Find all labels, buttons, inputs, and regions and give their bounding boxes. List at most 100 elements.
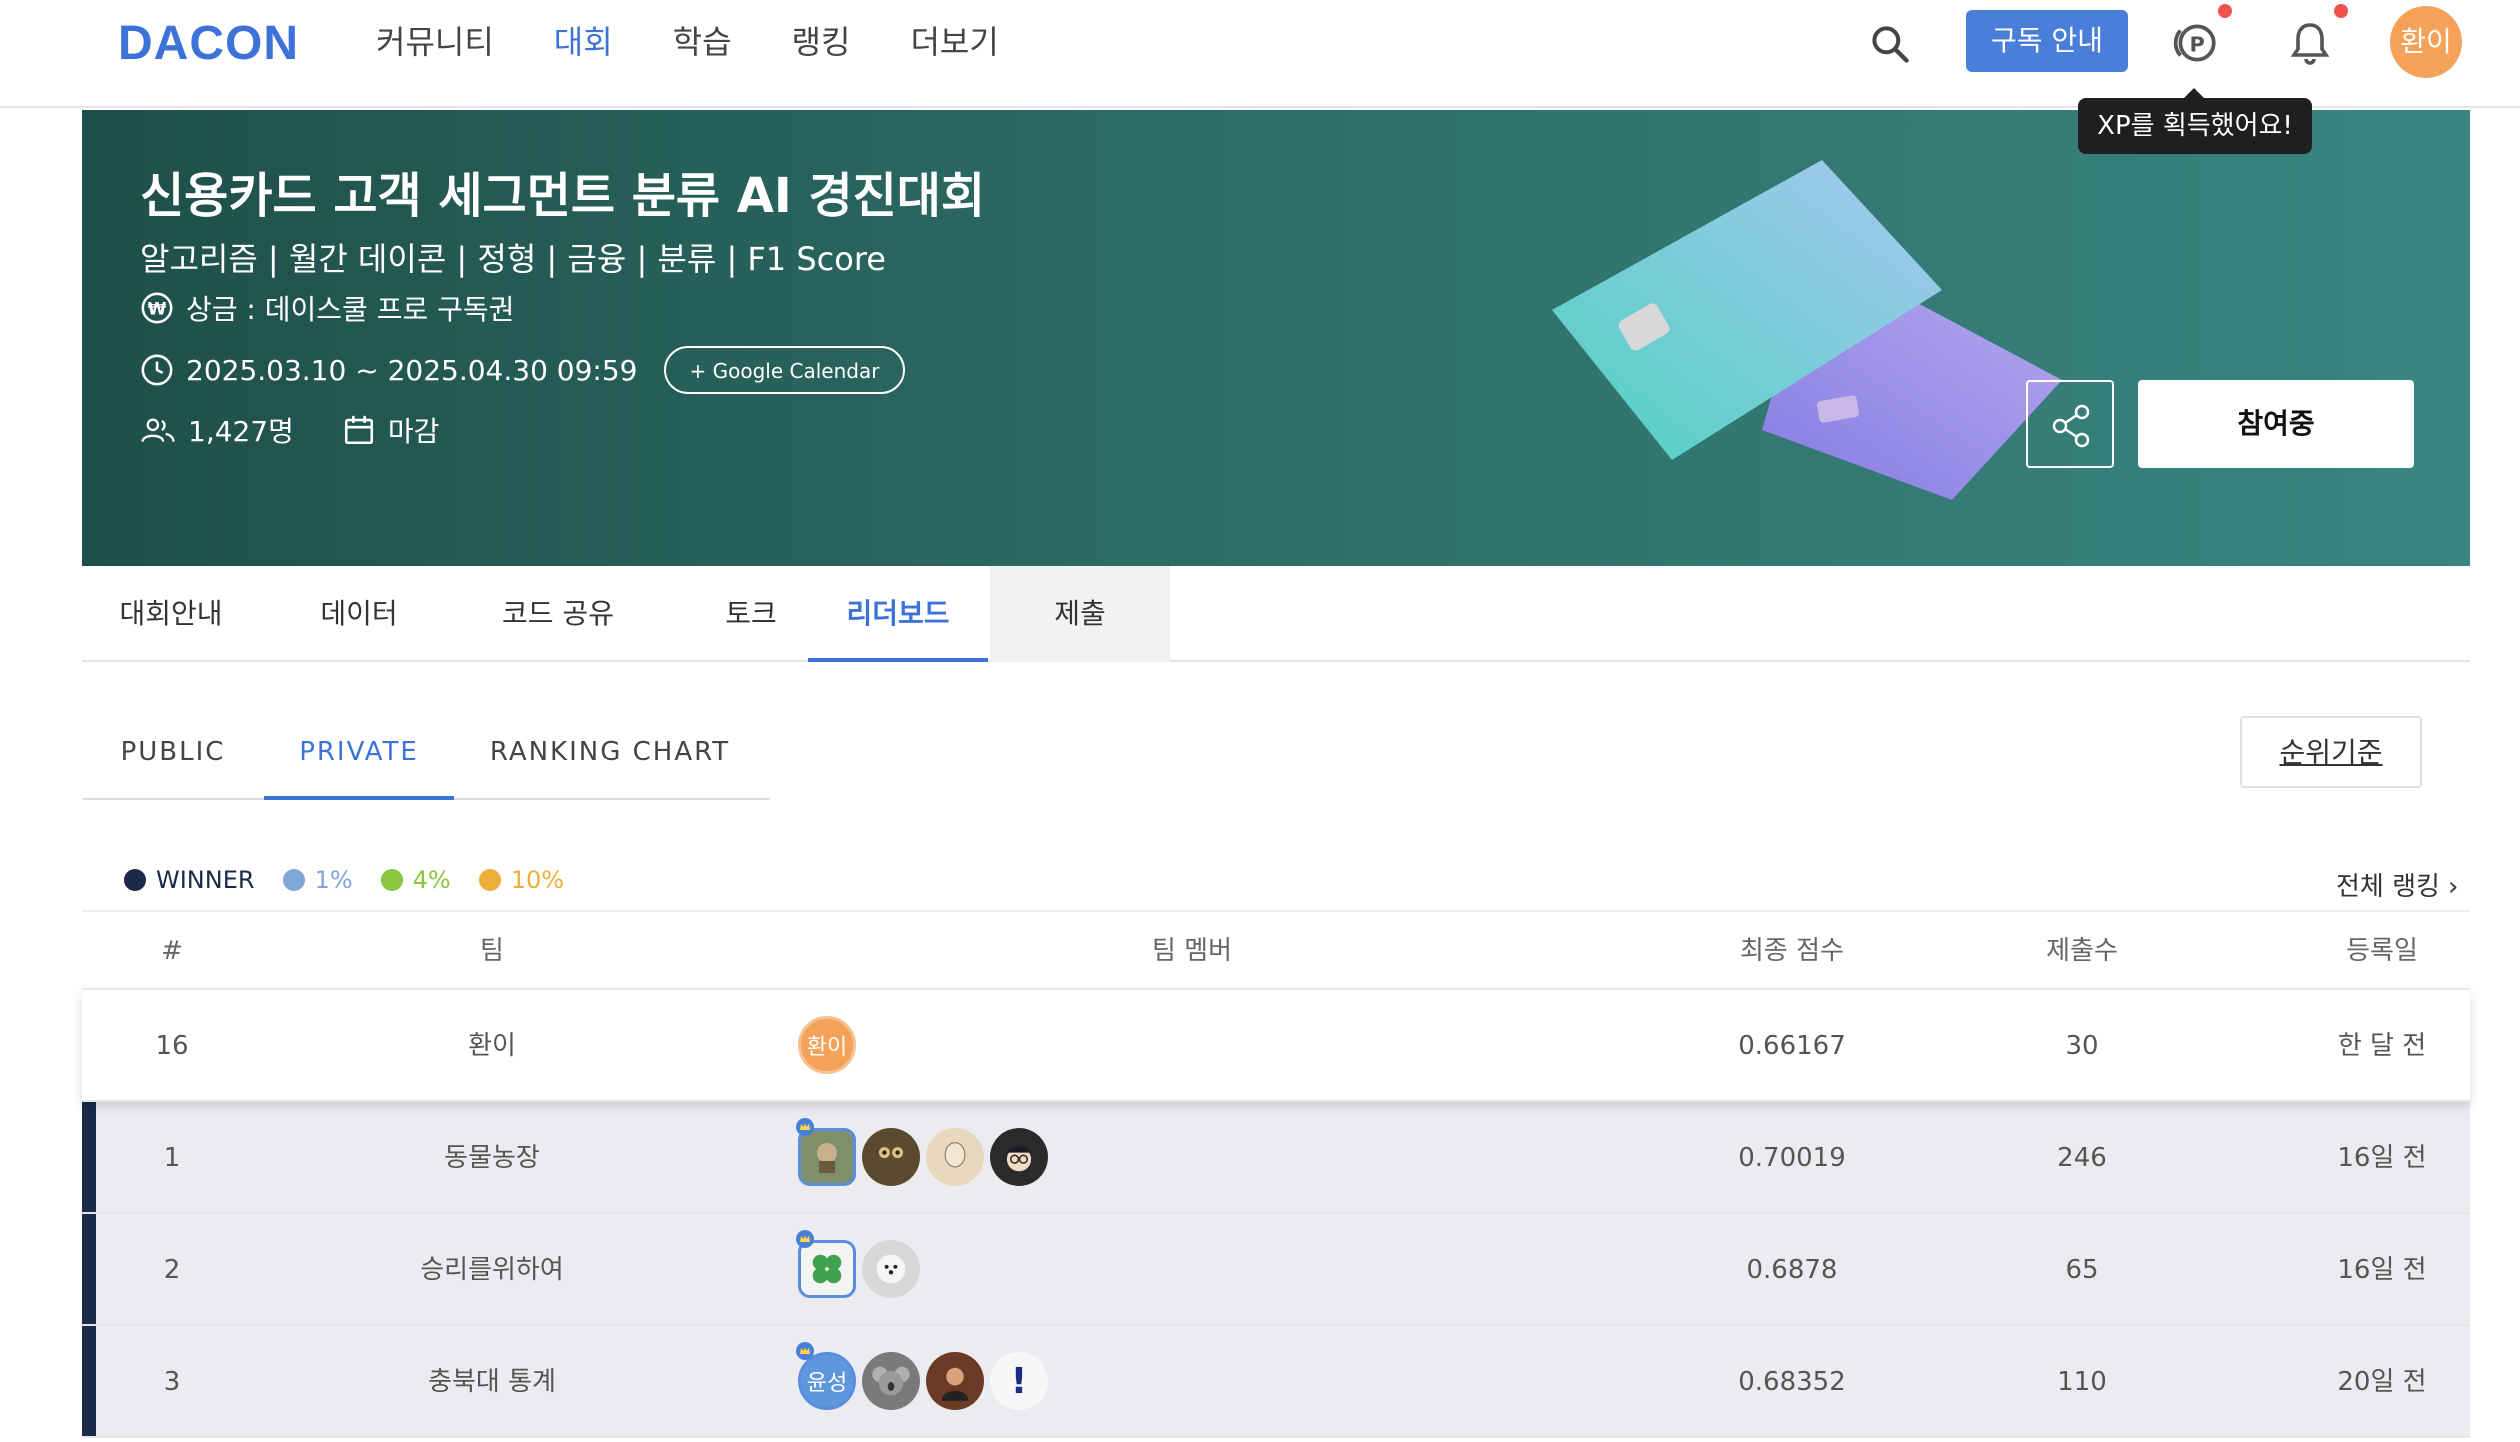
legend-4pct: 4% — [380, 866, 451, 894]
participants-count: 1,427명 — [188, 415, 294, 448]
member-avatar[interactable] — [862, 1352, 920, 1410]
header-team: 팀 — [480, 936, 504, 966]
share-button[interactable] — [2026, 380, 2114, 468]
stats-row: 1,427명 마감 — [140, 410, 439, 450]
cell-rank: 2 — [163, 1255, 181, 1285]
legend-dot — [478, 869, 501, 891]
cell-rank: 1 — [163, 1143, 181, 1173]
competition-title: 신용카드 고객 세그먼트 분류 AI 경진대회 — [140, 168, 986, 224]
legend-label: WINNER — [156, 866, 255, 894]
calendar-icon — [344, 415, 373, 445]
cartoon-avatar-icon — [1005, 1146, 1033, 1172]
nav-community[interactable]: 커뮤니티 — [376, 20, 494, 64]
full-ranking-link[interactable]: 전체 랭킹 › — [2336, 866, 2458, 903]
leaderboard-table: # 팀 팀 멤버 최종 점수 제출수 등록일 16 환이 환이 0.66167 … — [82, 910, 2470, 1438]
tab-talk[interactable]: 토크 — [680, 566, 822, 662]
cell-rank: 16 — [155, 1031, 189, 1061]
won-icon: ₩ — [141, 292, 173, 324]
clover-icon — [812, 1254, 842, 1284]
share-icon — [2052, 404, 2090, 448]
legend-1pct: 1% — [282, 866, 353, 894]
tab-code-share[interactable]: 코드 공유 — [458, 566, 658, 662]
table-row[interactable]: 2 승리를위하여 0.6878 65 16일 전 — [82, 1214, 2470, 1326]
competition-banner: 신용카드 고객 세그먼트 분류 AI 경진대회 알고리즘 | 월간 데이콘 | … — [82, 110, 2470, 566]
cell-rank: 3 — [163, 1367, 181, 1397]
crown-icon — [796, 1230, 814, 1248]
member-avatar[interactable] — [990, 1128, 1048, 1186]
svg-text:P: P — [2189, 32, 2204, 56]
people-icon — [141, 418, 175, 442]
team-members — [796, 1118, 1054, 1186]
table-header: # 팀 팀 멤버 최종 점수 제출수 등록일 — [82, 910, 2470, 990]
table-row-me[interactable]: 16 환이 환이 0.66167 30 한 달 전 — [82, 990, 2470, 1102]
user-avatar[interactable]: 환이 — [2390, 6, 2462, 78]
tab-submit[interactable]: 제출 — [990, 566, 1170, 662]
legend-dot — [380, 869, 403, 891]
svg-text:₩: ₩ — [148, 299, 167, 319]
member-avatar[interactable] — [926, 1128, 984, 1186]
portrait-avatar-icon — [944, 1142, 966, 1168]
member-avatar-leader[interactable] — [796, 1230, 856, 1298]
nav-learning[interactable]: 학습 — [673, 20, 732, 64]
credit-card-illustration — [1552, 160, 2062, 500]
main-nav: 커뮤니티 대회 학습 랭킹 더보기 — [376, 20, 1059, 64]
dacon-logo[interactable]: DACON — [118, 16, 299, 71]
nav-more[interactable]: 더보기 — [910, 20, 998, 64]
member-avatar[interactable]: 환이 — [798, 1016, 856, 1074]
white-dog-avatar-icon — [876, 1254, 906, 1284]
subscription-button[interactable]: 구독 안내 — [1966, 10, 2128, 72]
table-row[interactable]: 3 충북대 통계 윤성 ! 0.68352 110 20일 전 — [82, 1326, 2470, 1438]
join-button[interactable]: 참여중 — [2138, 380, 2414, 468]
tab-data[interactable]: 데이터 — [282, 566, 436, 662]
cell-team: 승리를위하여 — [420, 1255, 564, 1285]
tab-info[interactable]: 대회안내 — [82, 566, 260, 662]
tab-leaderboard[interactable]: 리더보드 — [808, 566, 988, 662]
cell-team: 동물농장 — [444, 1143, 540, 1173]
cell-date: 16일 전 — [2337, 1143, 2427, 1173]
crown-icon — [796, 1118, 814, 1136]
team-members — [796, 1230, 926, 1298]
competition-tabs: 대회안내 데이터 코드 공유 토크 리더보드 제출 — [82, 566, 2470, 662]
header-score: 최종 점수 — [1740, 936, 1844, 966]
table-row[interactable]: 1 동물농장 0.70019 246 16일 전 — [82, 1102, 2470, 1214]
member-avatar-text: 윤성 — [806, 1371, 848, 1396]
cell-team: 환이 — [468, 1031, 516, 1061]
nav-ranking[interactable]: 랭킹 — [792, 20, 851, 64]
subtab-public[interactable]: PUBLIC — [82, 714, 264, 800]
google-calendar-button[interactable]: + Google Calendar — [663, 346, 906, 394]
cell-score: 0.68352 — [1738, 1367, 1846, 1397]
subtab-private[interactable]: PRIVATE — [264, 714, 454, 800]
cell-date: 16일 전 — [2337, 1255, 2427, 1285]
member-avatar[interactable]: ! — [990, 1352, 1048, 1410]
owl-avatar-icon — [878, 1147, 904, 1159]
bell-icon[interactable] — [2286, 18, 2334, 68]
crown-icon — [796, 1342, 814, 1360]
clock-icon — [141, 354, 173, 386]
member-avatar-leader[interactable] — [796, 1118, 856, 1186]
member-avatar-text: ! — [1010, 1360, 1028, 1402]
chevron-right-icon: › — [2447, 872, 2459, 902]
xp-tooltip: XP를 획득했어요! — [2078, 88, 2312, 154]
cell-team: 충북대 통계 — [428, 1367, 556, 1397]
cell-submissions: 246 — [2057, 1143, 2107, 1173]
nav-competition[interactable]: 대회 — [554, 20, 613, 64]
legend-label: 4% — [412, 866, 451, 894]
legend-winner: WINNER — [124, 866, 255, 894]
cell-score: 0.6878 — [1746, 1255, 1838, 1285]
member-avatar[interactable] — [926, 1352, 984, 1410]
legend-10pct: 10% — [478, 866, 565, 894]
legend-label: 10% — [510, 866, 565, 894]
search-icon[interactable] — [1868, 22, 1912, 66]
prize-row: ₩ 상금 : 데이스쿨 프로 구독권 — [140, 288, 514, 328]
cell-score: 0.66167 — [1738, 1031, 1846, 1061]
cell-date: 20일 전 — [2337, 1367, 2427, 1397]
member-avatar-leader[interactable]: 윤성 — [796, 1342, 856, 1410]
legend-label: 1% — [314, 866, 353, 894]
member-avatar[interactable] — [862, 1128, 920, 1186]
rank-criteria-button[interactable]: 순위기준 — [2240, 716, 2422, 788]
subtab-ranking-chart[interactable]: RANKING CHART — [470, 714, 750, 800]
period-row: 2025.03.10 ~ 2025.04.30 09:59 + Google C… — [140, 346, 906, 394]
point-icon[interactable]: P — [2170, 18, 2220, 68]
member-avatar[interactable] — [862, 1240, 920, 1298]
cell-submissions: 65 — [2065, 1255, 2099, 1285]
